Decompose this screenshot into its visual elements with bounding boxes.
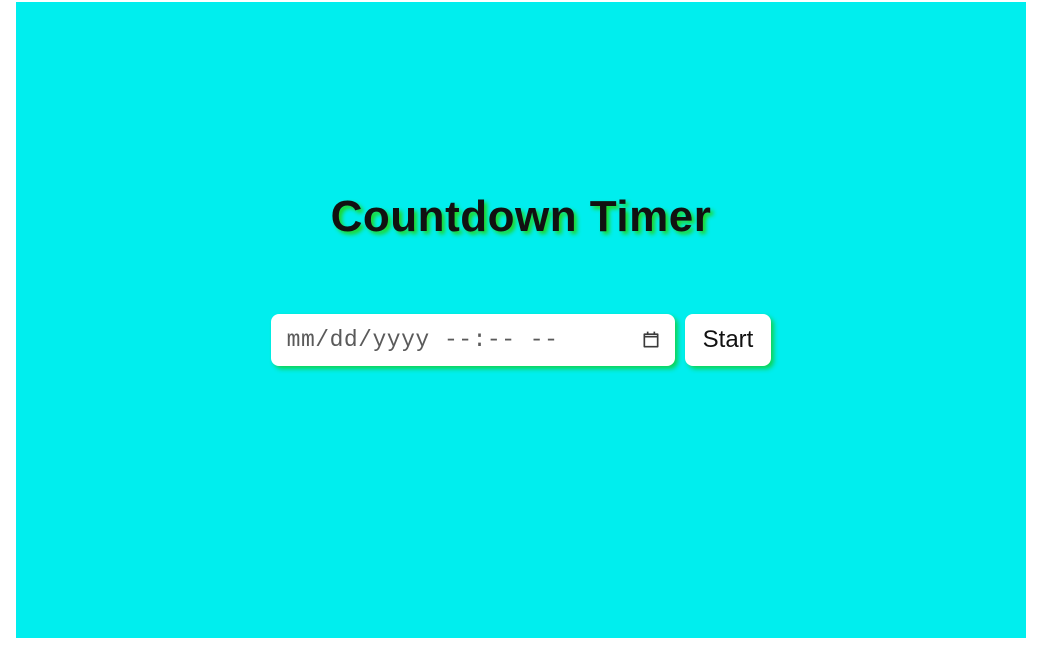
start-button[interactable]: Start [685,314,772,366]
app-container: Countdown Timer mm/dd/yyyy --:-- -- Star… [16,2,1026,638]
datetime-input[interactable]: mm/dd/yyyy --:-- -- [271,314,675,366]
page-title: Countdown Timer [16,192,1026,242]
form-row: mm/dd/yyyy --:-- -- Start [16,314,1026,366]
datetime-placeholder: mm/dd/yyyy --:-- -- [287,327,559,353]
calendar-icon[interactable] [641,330,661,350]
